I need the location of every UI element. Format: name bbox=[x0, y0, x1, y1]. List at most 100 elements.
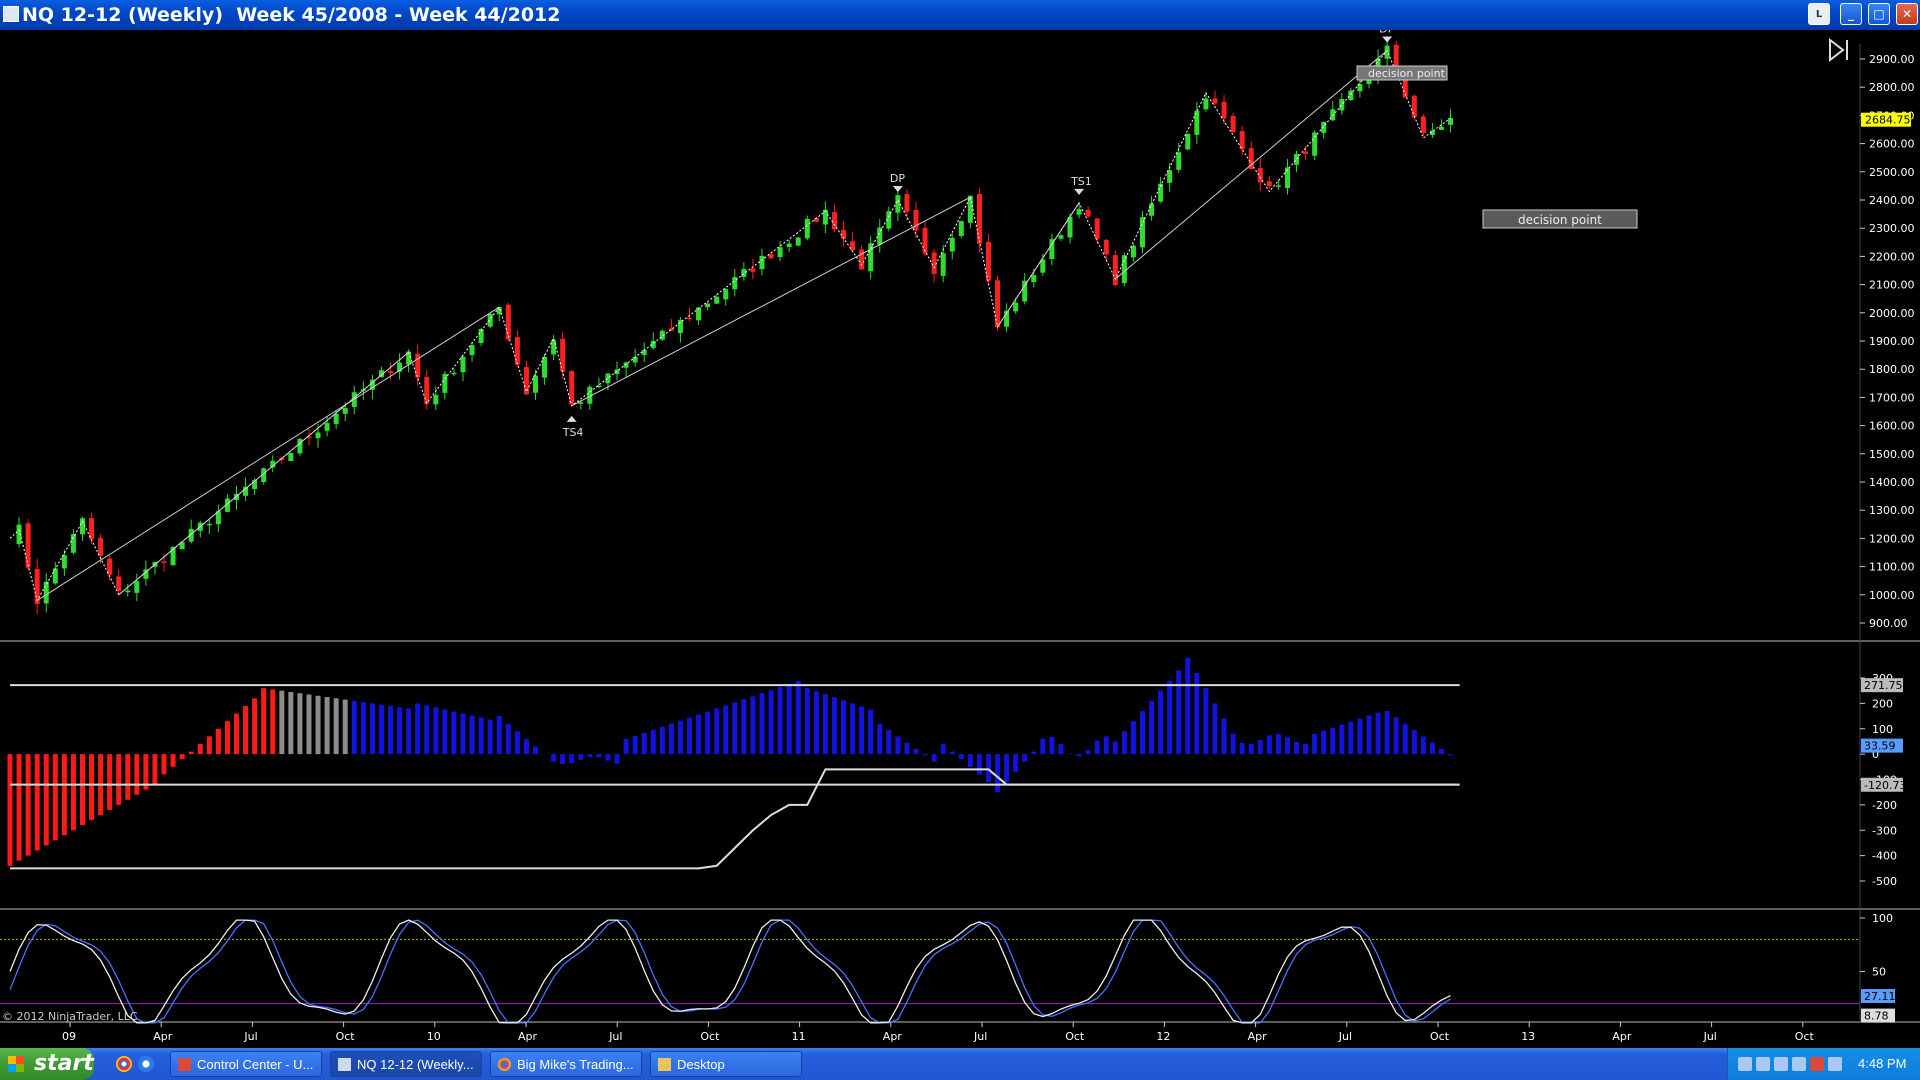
x-tick-label: Apr bbox=[1612, 1030, 1632, 1043]
close-button[interactable]: ✕ bbox=[1896, 3, 1918, 25]
task-desktop[interactable]: Desktop bbox=[650, 1051, 802, 1077]
candle-body bbox=[1348, 90, 1354, 101]
histogram-panel[interactable] bbox=[7, 657, 1460, 870]
histogram-bar bbox=[768, 690, 774, 755]
copyright-label: © 2012 NinjaTrader, LLC bbox=[2, 1010, 138, 1023]
histogram-bar bbox=[913, 749, 919, 755]
candle-body bbox=[206, 523, 212, 526]
histogram-bar bbox=[234, 713, 239, 755]
histogram-bar bbox=[469, 715, 475, 755]
price-tick-label: 2800.00 bbox=[1869, 81, 1915, 94]
stoch-marker-label: 27.11 bbox=[1864, 990, 1896, 1003]
chrome-icon[interactable] bbox=[116, 1056, 132, 1072]
candle-body bbox=[1022, 280, 1028, 302]
histogram-bar bbox=[1040, 738, 1046, 755]
candle-body bbox=[1330, 109, 1336, 121]
price-tick-label: 1400.00 bbox=[1869, 476, 1915, 489]
x-tick-label: Jul bbox=[608, 1030, 622, 1043]
candle-body bbox=[859, 249, 865, 270]
histogram-bar bbox=[424, 705, 430, 755]
candle-body bbox=[804, 218, 810, 239]
histogram-bar bbox=[587, 754, 593, 757]
histogram-bar bbox=[478, 717, 484, 755]
candle-body bbox=[850, 241, 856, 251]
histogram-bar bbox=[560, 754, 566, 765]
candle-body bbox=[1448, 118, 1454, 125]
candle-body bbox=[1420, 116, 1426, 134]
price-tick-label: 2400.00 bbox=[1869, 194, 1915, 207]
chart-canvas[interactable]: © 2012 NinjaTrader, LLC 2900.00 2800.00 27… bbox=[0, 30, 1920, 1048]
histogram-bar bbox=[922, 754, 928, 756]
trendline bbox=[571, 196, 971, 407]
tray-volume-icon[interactable] bbox=[1828, 1057, 1842, 1071]
histogram-bar bbox=[1203, 688, 1209, 755]
candle-body bbox=[98, 537, 104, 556]
maximize-button[interactable]: □ bbox=[1868, 3, 1890, 25]
task-control-center[interactable]: Control Center - U... bbox=[170, 1051, 322, 1077]
candle-body bbox=[750, 268, 756, 272]
histogram-bar bbox=[569, 754, 575, 764]
minimize-button[interactable]: _ bbox=[1840, 3, 1862, 25]
histogram-bar bbox=[1185, 657, 1191, 755]
candle-body bbox=[1076, 209, 1082, 215]
histogram-bar bbox=[705, 711, 711, 755]
zigzag-line bbox=[9, 49, 1451, 602]
task-chrome-page[interactable]: Big Mike's Trading... bbox=[490, 1051, 642, 1077]
histogram-bar bbox=[1248, 743, 1254, 755]
candle-body bbox=[705, 303, 711, 308]
hist-tick-label: -500 bbox=[1872, 875, 1897, 888]
hist-tick-label: 100 bbox=[1872, 723, 1893, 736]
price-tick-label: 900.00 bbox=[1869, 617, 1908, 630]
candle-body bbox=[1103, 239, 1109, 255]
candle-body bbox=[696, 307, 702, 321]
histogram-bar bbox=[306, 694, 312, 755]
price-tick-label: 2200.00 bbox=[1869, 250, 1915, 263]
histogram-bar bbox=[297, 693, 303, 755]
histogram-bar bbox=[1257, 740, 1263, 755]
system-tray: 4:48 PM bbox=[1727, 1048, 1920, 1080]
x-tick-label: Apr bbox=[153, 1030, 173, 1043]
histogram-bar bbox=[777, 687, 783, 755]
tray-ninjatrader-icon[interactable] bbox=[1810, 1057, 1824, 1071]
tray-security-icon[interactable] bbox=[1774, 1057, 1788, 1071]
histogram-bar bbox=[514, 731, 520, 755]
stoch-k-line bbox=[9, 919, 1451, 1024]
start-button[interactable]: start bbox=[0, 1048, 94, 1080]
candle-body bbox=[43, 581, 49, 604]
histogram-bar bbox=[460, 713, 466, 755]
histogram-bar bbox=[786, 684, 792, 755]
histogram-bar bbox=[1004, 754, 1010, 783]
tray-network-icon[interactable] bbox=[1738, 1057, 1752, 1071]
task-nq-chart[interactable]: NQ 12-12 (Weekly... bbox=[330, 1051, 482, 1077]
histogram-bar bbox=[1384, 710, 1390, 755]
histogram-bar bbox=[1067, 753, 1073, 755]
histogram-bar bbox=[1321, 730, 1327, 755]
histogram-bar bbox=[1103, 736, 1109, 755]
candle-body bbox=[342, 407, 348, 414]
stochastic-panel[interactable]: © 2012 NinjaTrader, LLC bbox=[0, 919, 1860, 1024]
candle-body bbox=[1149, 203, 1155, 216]
candle-body bbox=[569, 371, 575, 405]
candle-body bbox=[1266, 181, 1272, 187]
histogram-bar bbox=[1266, 735, 1272, 755]
tray-app-icon[interactable] bbox=[1756, 1057, 1770, 1071]
histogram-bar bbox=[1230, 733, 1236, 755]
histogram-bar bbox=[243, 705, 249, 755]
candle-body bbox=[1275, 185, 1281, 187]
tray-update-icon[interactable] bbox=[1792, 1057, 1806, 1071]
price-panel[interactable] bbox=[9, 37, 1454, 614]
candle-body bbox=[551, 340, 557, 355]
signal-label: DP bbox=[890, 172, 905, 185]
link-button[interactable]: L bbox=[1808, 3, 1830, 25]
ie-icon[interactable] bbox=[138, 1056, 154, 1072]
x-tick-label: 10 bbox=[427, 1030, 441, 1043]
histogram-bar bbox=[659, 726, 665, 755]
histogram-bar bbox=[224, 721, 230, 755]
histogram-bar bbox=[324, 697, 330, 755]
price-tick-label: 2100.00 bbox=[1869, 279, 1915, 292]
app-icon[interactable] bbox=[3, 6, 19, 22]
histogram-bar bbox=[596, 754, 602, 758]
windows-logo-icon bbox=[8, 1056, 24, 1072]
price-tick-label: 1600.00 bbox=[1869, 420, 1915, 433]
histogram-bar bbox=[197, 743, 203, 755]
